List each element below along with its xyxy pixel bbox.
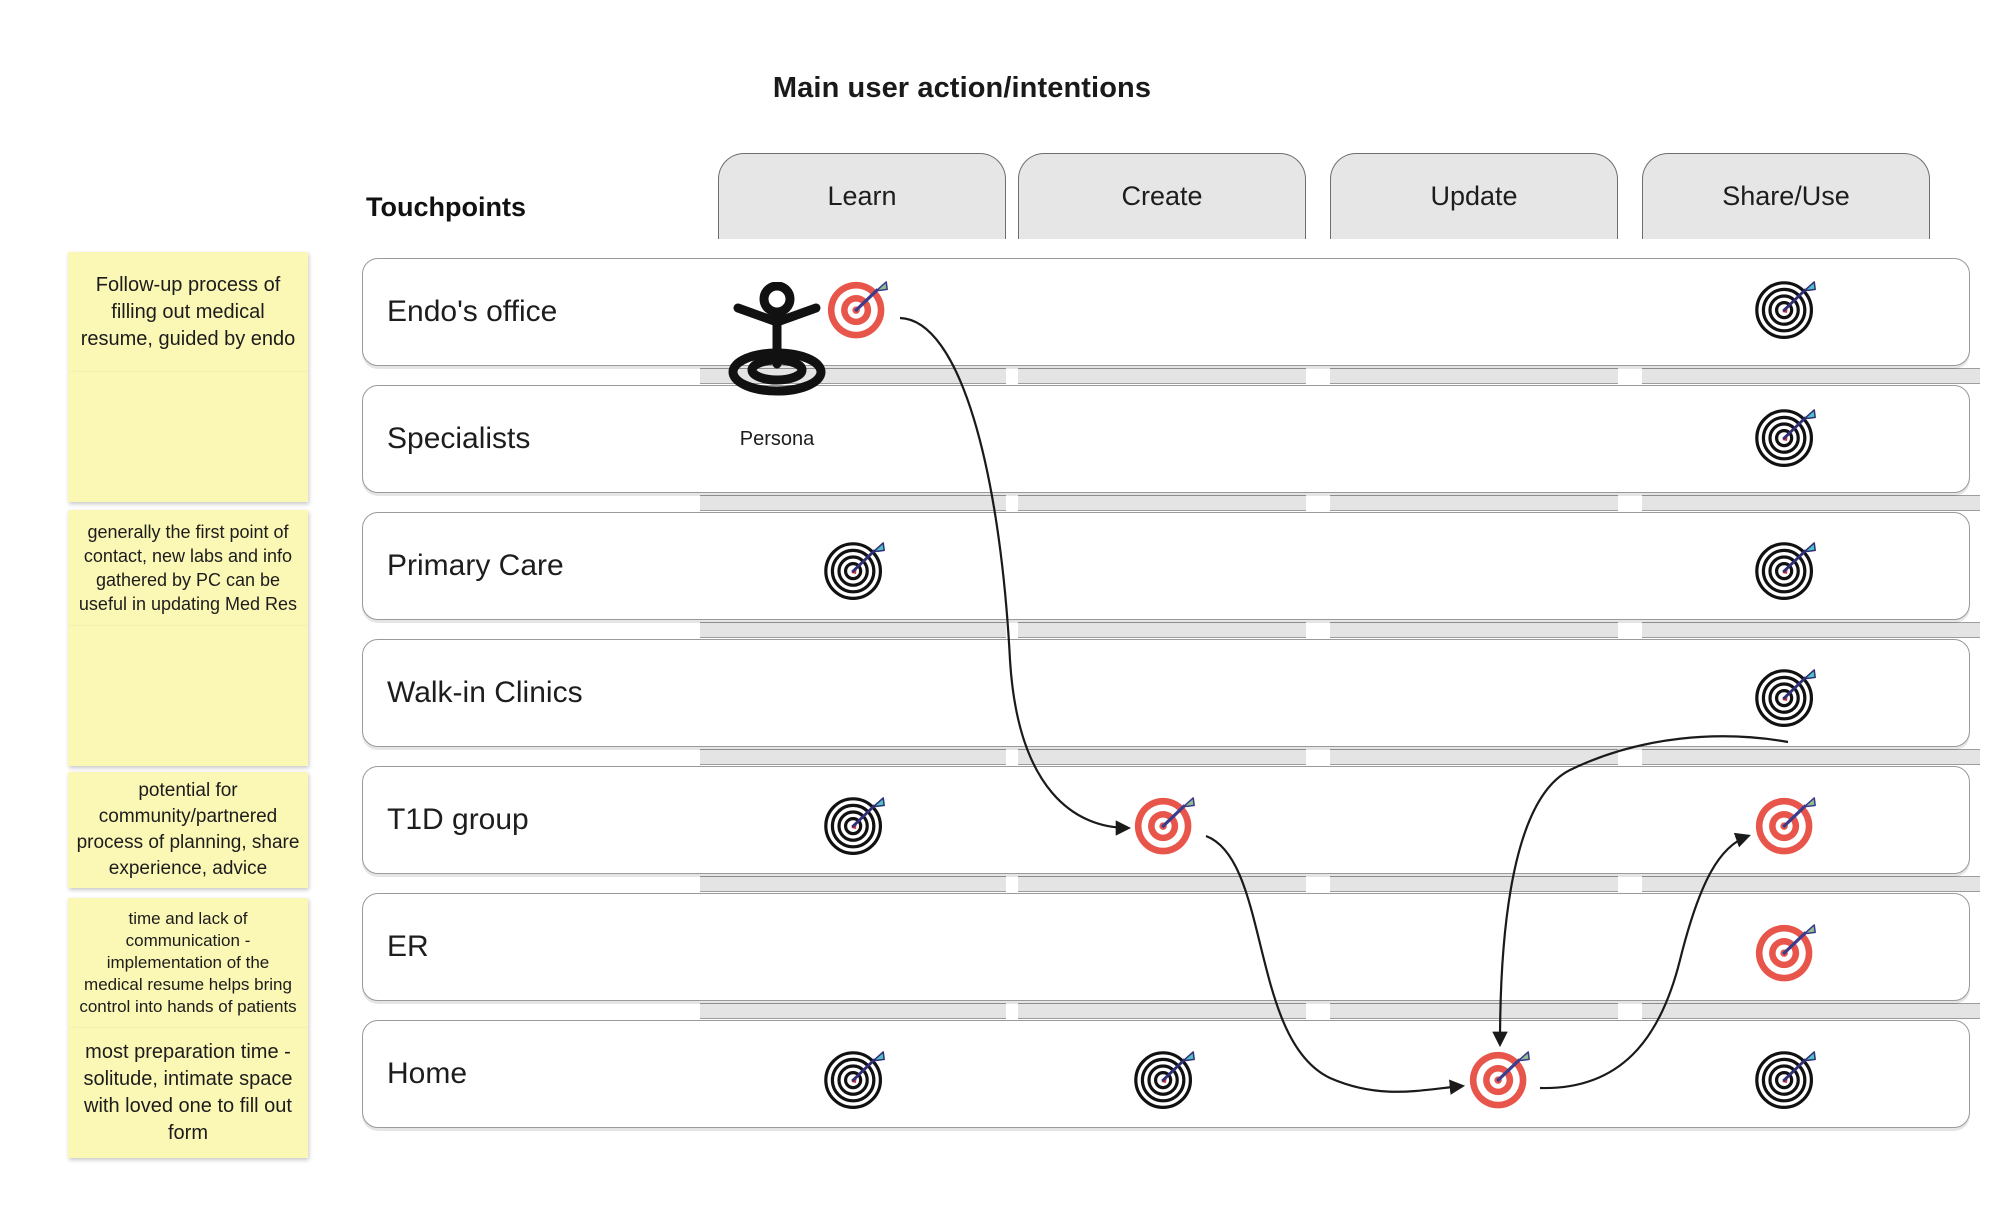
sticky-note-endo-followup[interactable]: Follow-up process of filling out medical… — [68, 252, 308, 372]
strip-notch — [1006, 874, 1018, 894]
strip-notch — [1006, 493, 1018, 513]
sticky-note-er[interactable]: time and lack of communication - impleme… — [68, 898, 308, 1028]
sticky-note-text: time and lack of communication - impleme… — [79, 909, 297, 1016]
strip-notch — [1306, 1001, 1330, 1021]
row-label: T1D group — [387, 803, 529, 836]
strip-notch — [1006, 366, 1018, 386]
journey-map-canvas: Main user action/intentions Touchpoints … — [0, 0, 2000, 1226]
marker-er-share-use[interactable] — [1754, 923, 1818, 987]
row-label: Primary Care — [387, 549, 564, 582]
marker-home-learn[interactable] — [823, 1050, 887, 1114]
sticky-note-text: potential for community/partnered proces… — [76, 780, 300, 879]
sticky-note-spacer-2 — [68, 626, 308, 766]
column-header-label: Create — [1121, 181, 1203, 211]
strip-notch — [1618, 620, 1642, 640]
page-title: Main user action/intentions — [772, 72, 1152, 104]
sticky-note-spacer-1 — [68, 372, 308, 502]
row-lane-specialists[interactable]: Specialists — [362, 385, 1970, 493]
marker-home-create[interactable] — [1133, 1050, 1197, 1114]
strip-notch — [1006, 1001, 1018, 1021]
strip-notch — [1306, 874, 1330, 894]
row-label: Walk-in Clinics — [387, 676, 583, 709]
row-label: ER — [387, 930, 429, 963]
column-header-share-use[interactable]: Share/Use — [1642, 153, 1930, 239]
row-label: Specialists — [387, 422, 531, 455]
row-label: Endo's office — [387, 295, 558, 328]
strip-notch — [1306, 747, 1330, 767]
lane-gap-strip — [700, 749, 1980, 765]
lane-gap-strip — [700, 876, 1980, 892]
row-lane-er[interactable]: ER — [362, 893, 1970, 1001]
persona-standing-icon — [728, 282, 826, 396]
lane-gap-strip — [700, 495, 1980, 511]
marker-specialists-share-use[interactable] — [1754, 408, 1818, 472]
sticky-note-primary-care[interactable]: generally the first point of contact, ne… — [68, 510, 308, 626]
lane-gap-strip — [700, 368, 1980, 384]
marker-endos-office-share-use[interactable] — [1754, 280, 1818, 344]
column-header-update[interactable]: Update — [1330, 153, 1618, 239]
marker-home-share-use[interactable] — [1754, 1050, 1818, 1114]
row-lane-endos-office[interactable]: Endo's office — [362, 258, 1970, 366]
marker-home-update[interactable] — [1468, 1050, 1532, 1114]
strip-notch — [1618, 1001, 1642, 1021]
marker-t1d-group-learn[interactable] — [823, 796, 887, 860]
persona-label: Persona — [739, 428, 815, 450]
strip-notch — [1006, 747, 1018, 767]
strip-notch — [1618, 874, 1642, 894]
sticky-note-text: Follow-up process of filling out medical… — [80, 273, 296, 350]
row-lane-walkin-clinics[interactable]: Walk-in Clinics — [362, 639, 1970, 747]
lane-gap-strip — [700, 1003, 1980, 1019]
sticky-note-t1d-group[interactable]: potential for community/partnered proces… — [68, 772, 308, 888]
column-header-learn[interactable]: Learn — [718, 153, 1006, 239]
column-header-label: Update — [1430, 181, 1518, 211]
sticky-note-text: most preparation time - solitude, intima… — [83, 1041, 293, 1144]
column-header-label: Learn — [827, 181, 897, 211]
strip-notch — [1618, 493, 1642, 513]
strip-notch — [1618, 366, 1642, 386]
row-lane-primary-care[interactable]: Primary Care — [362, 512, 1970, 620]
strip-notch — [1618, 747, 1642, 767]
column-header-label: Share/Use — [1722, 181, 1850, 211]
lane-gap-strip — [700, 622, 1980, 638]
sticky-note-text: generally the first point of contact, ne… — [78, 522, 298, 614]
marker-t1d-group-create[interactable] — [1133, 796, 1197, 860]
column-header-create[interactable]: Create — [1018, 153, 1306, 239]
marker-t1d-group-share-use[interactable] — [1754, 796, 1818, 860]
marker-primary-care-share-use[interactable] — [1754, 541, 1818, 605]
strip-notch — [1306, 493, 1330, 513]
sticky-note-home[interactable]: most preparation time - solitude, intima… — [68, 1028, 308, 1158]
row-label: Home — [387, 1057, 468, 1090]
marker-walkin-clinics-share-use[interactable] — [1754, 668, 1818, 732]
strip-notch — [1006, 620, 1018, 640]
strip-notch — [1306, 620, 1330, 640]
touchpoints-header-label: Touchpoints — [366, 192, 526, 222]
strip-notch — [1306, 366, 1330, 386]
marker-primary-care-learn[interactable] — [823, 541, 887, 605]
